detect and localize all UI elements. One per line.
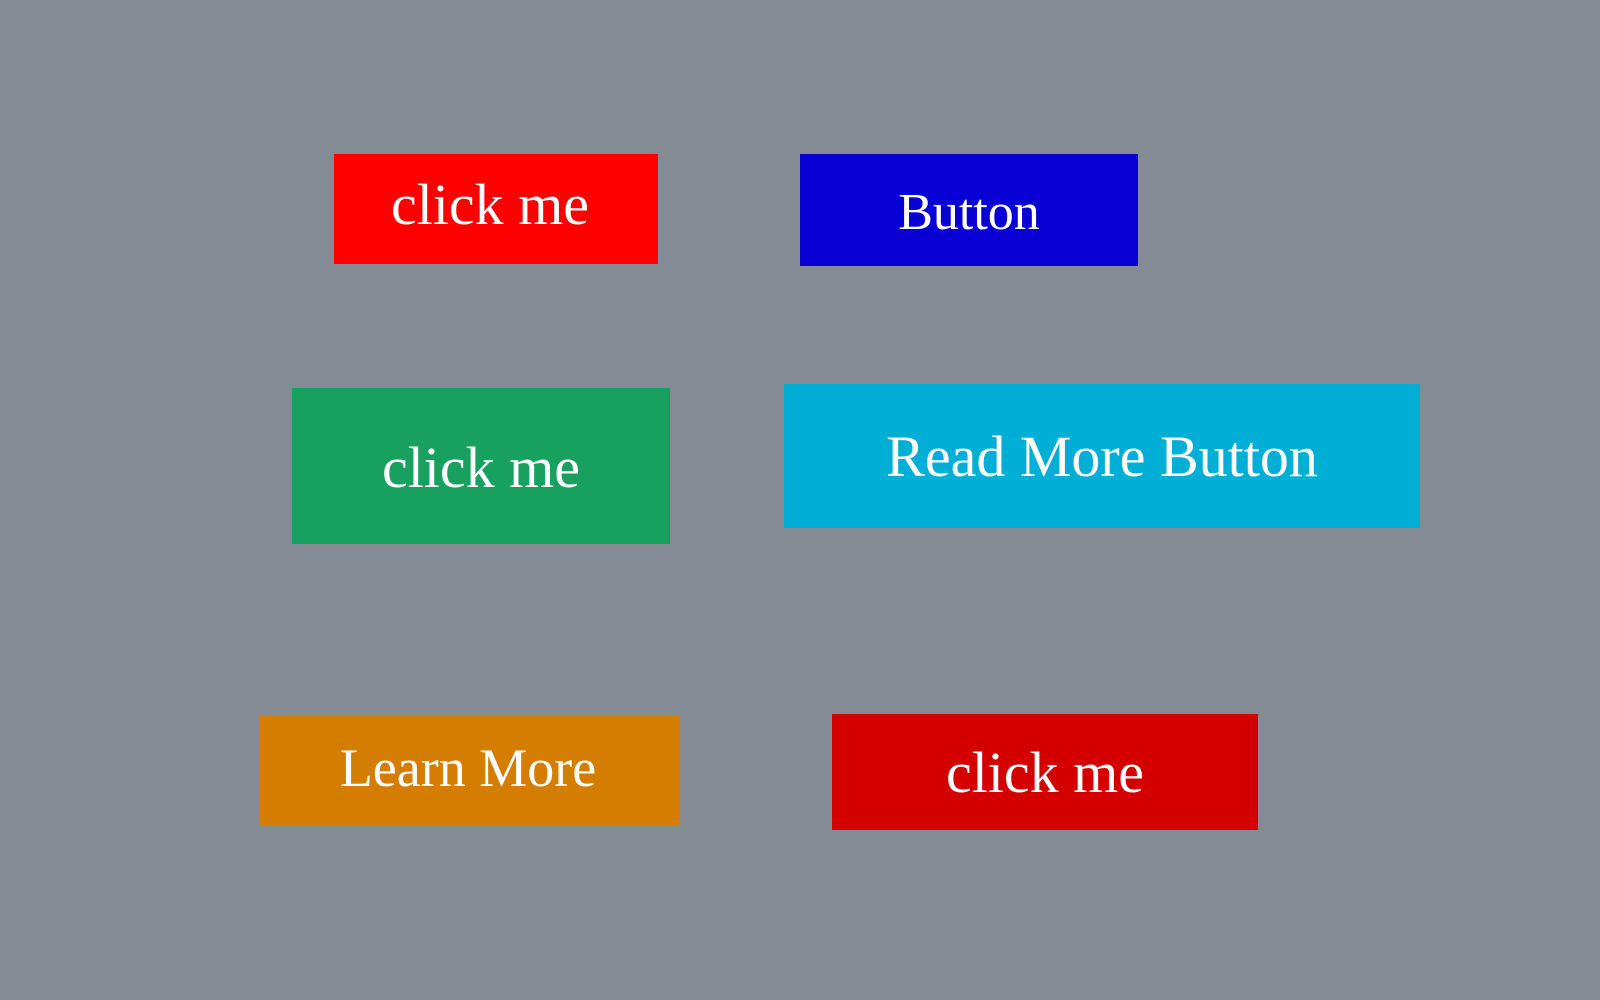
button-label: click me: [381, 435, 581, 500]
read-more-button[interactable]: Read More Button: [784, 384, 1420, 528]
click-me-button-dark-red[interactable]: click me: [832, 714, 1258, 830]
button-label: Read More Button: [886, 424, 1318, 489]
click-me-button-red[interactable]: click me: [334, 154, 658, 264]
button-label: Learn More: [339, 738, 597, 798]
button-label: Button: [898, 184, 1040, 241]
learn-more-button[interactable]: Learn More: [260, 715, 680, 825]
click-me-button-green[interactable]: click me: [292, 388, 670, 544]
button-label: click me: [390, 172, 590, 237]
button-blue[interactable]: Button: [800, 154, 1138, 266]
button-label: click me: [945, 740, 1145, 805]
